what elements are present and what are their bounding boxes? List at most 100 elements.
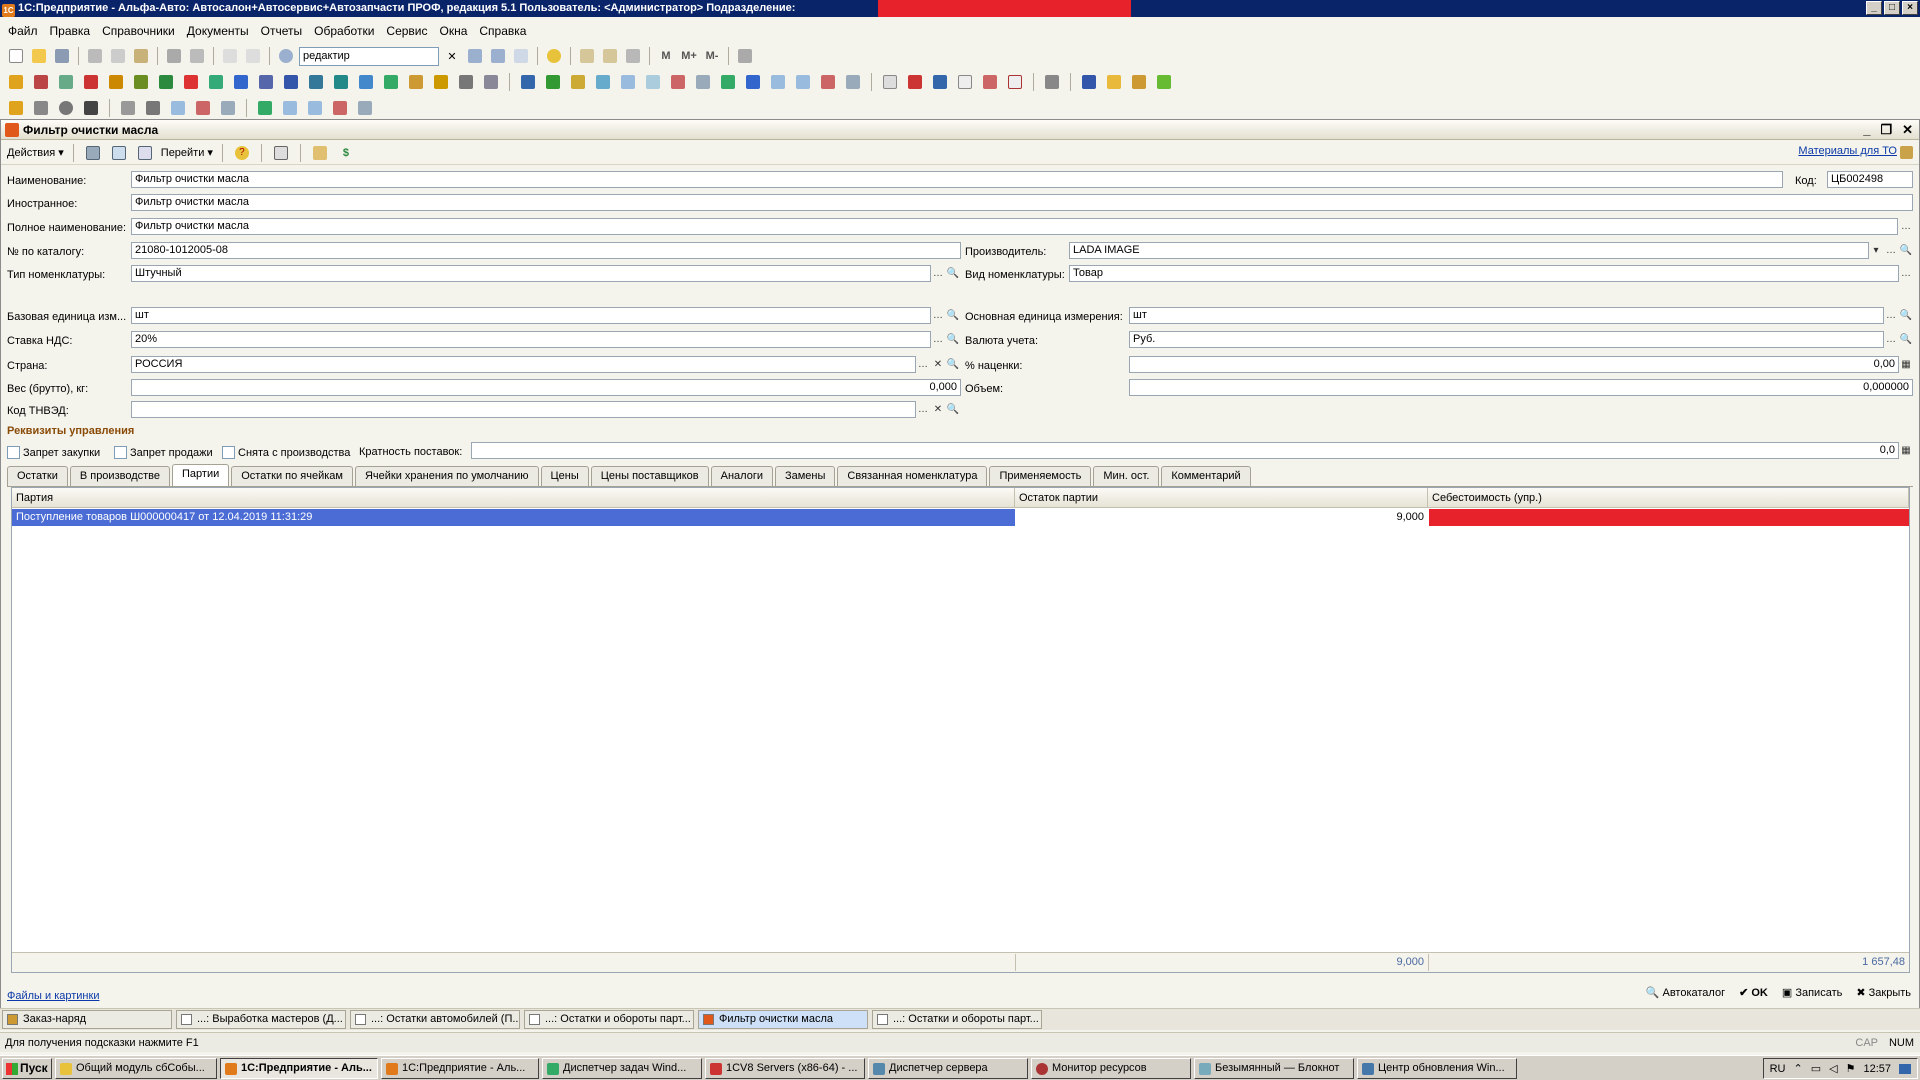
transfer-icon[interactable]	[718, 72, 738, 92]
info-icon[interactable]	[544, 46, 564, 66]
nakl-icon[interactable]	[793, 72, 813, 92]
tray-arrow-icon[interactable]: ⌃	[1794, 1062, 1803, 1075]
tree-org-icon[interactable]	[543, 72, 563, 92]
table-icon[interactable]	[577, 46, 597, 66]
car-small-icon[interactable]	[31, 98, 51, 118]
autocatalog-button[interactable]: 🔍 Автокаталог	[1646, 986, 1725, 999]
undo-icon[interactable]	[220, 46, 240, 66]
currency-select-button[interactable]: …	[1884, 332, 1898, 347]
language-indicator[interactable]: RU	[1770, 1063, 1786, 1075]
tools2-icon[interactable]	[143, 98, 163, 118]
car-icon[interactable]	[81, 72, 101, 92]
form-close-button[interactable]: ✕	[1902, 122, 1913, 138]
jack-icon[interactable]	[81, 98, 101, 118]
chart-icon[interactable]	[431, 72, 451, 92]
nakl2-icon[interactable]	[168, 98, 188, 118]
doc-out-icon[interactable]	[406, 72, 426, 92]
flag-icon[interactable]: ⚑	[1846, 1062, 1856, 1075]
base-unit-select-button[interactable]: …	[931, 308, 945, 323]
tab-min-rest[interactable]: Мин. ост.	[1093, 466, 1160, 486]
report5-icon[interactable]	[1005, 72, 1025, 92]
users-icon[interactable]	[1129, 72, 1149, 92]
copy-doc-icon[interactable]	[135, 143, 155, 163]
prices-icon[interactable]	[310, 143, 330, 163]
country-search-icon[interactable]: 🔍	[946, 357, 960, 372]
task-resource-monitor[interactable]: Монитор ресурсов	[1031, 1057, 1191, 1079]
tab-comment[interactable]: Комментарий	[1161, 466, 1251, 486]
window-tab-batch-turnover-2[interactable]: ...: Остатки и обороты парт...	[872, 1010, 1042, 1029]
memory-plus-button[interactable]: M+	[679, 46, 699, 66]
type-search-icon[interactable]: 🔍	[946, 266, 960, 281]
nakl3-icon[interactable]	[193, 98, 213, 118]
nakl-out-icon[interactable]	[818, 72, 838, 92]
coins-icon[interactable]	[6, 98, 26, 118]
search-next-icon[interactable]	[465, 46, 485, 66]
tab-related-nomenclature[interactable]: Связанная номенклатура	[837, 466, 988, 486]
close-form-button[interactable]: ✖ Закрыть	[1856, 986, 1911, 999]
pko-icon[interactable]	[643, 72, 663, 92]
name-field[interactable]: Фильтр очистки масла	[131, 171, 1783, 188]
doc-move-icon[interactable]	[381, 72, 401, 92]
clear-search-icon[interactable]: ✕	[442, 46, 462, 66]
warehouse-icon[interactable]	[31, 72, 51, 92]
tab-supplier-prices[interactable]: Цены поставщиков	[590, 466, 709, 486]
person-icon[interactable]	[131, 72, 151, 92]
column-header-batch[interactable]: Партия	[12, 488, 1015, 508]
repair-icon[interactable]	[456, 72, 476, 92]
minimize-button[interactable]: _	[1866, 1, 1882, 15]
multiplicity-field[interactable]: 0,0	[471, 442, 1899, 459]
arrow-icon[interactable]	[568, 72, 588, 92]
main-unit-search-icon[interactable]: 🔍	[1899, 308, 1913, 323]
show-desktop-icon[interactable]	[1899, 1063, 1911, 1074]
task-1cv8-servers[interactable]: 1CV8 Servers (x86-64) - ...	[705, 1057, 865, 1079]
book-icon[interactable]	[1079, 72, 1099, 92]
kind-field[interactable]: Товар	[1069, 265, 1899, 282]
reread-icon[interactable]	[109, 143, 129, 163]
help-icon[interactable]: ?	[232, 143, 252, 163]
fullname-select-button[interactable]: …	[1899, 219, 1913, 234]
redo-icon[interactable]	[243, 46, 263, 66]
monitor-icon[interactable]	[331, 72, 351, 92]
wallet-icon[interactable]	[206, 72, 226, 92]
weight-field[interactable]: 0,000	[131, 379, 961, 396]
copy-icon[interactable]	[108, 46, 128, 66]
currency-icon[interactable]: $	[336, 143, 356, 163]
column-header-rest[interactable]: Остаток партии	[1015, 488, 1428, 508]
catalog-field[interactable]: 21080-1012005-08	[131, 242, 961, 259]
window-tab-oil-filter[interactable]: Фильтр очистки масла	[698, 1010, 868, 1029]
manufacturer-select-button[interactable]: …	[1884, 243, 1898, 258]
no-purchase-checkbox[interactable]: Запрет закупки	[7, 446, 100, 459]
tab-in-production[interactable]: В производстве	[69, 466, 171, 486]
main-unit-select-button[interactable]: …	[1884, 308, 1898, 323]
money-icon[interactable]	[156, 72, 176, 92]
country-clear-icon[interactable]: ✕	[931, 357, 945, 372]
books-icon[interactable]	[518, 72, 538, 92]
type-select-button[interactable]: …	[931, 266, 945, 281]
memory-m-button[interactable]: M	[656, 46, 676, 66]
building-icon[interactable]	[256, 72, 276, 92]
form-minimize-button[interactable]: _	[1863, 122, 1870, 138]
paste-icon[interactable]	[131, 46, 151, 66]
manufacturer-dropdown-icon[interactable]: ▾	[1869, 243, 1883, 258]
tab-prices[interactable]: Цены	[540, 466, 589, 486]
tnved-select-button[interactable]: …	[916, 402, 930, 417]
close-button[interactable]: ×	[1902, 1, 1918, 15]
currency-field[interactable]: Руб.	[1129, 331, 1884, 348]
menu-catalogs[interactable]: Справочники	[102, 24, 175, 38]
menu-edit[interactable]: Правка	[50, 24, 91, 38]
tools-icon[interactable]	[735, 46, 755, 66]
report2-icon[interactable]	[905, 72, 925, 92]
tab-batches[interactable]: Партии	[172, 464, 230, 486]
task-1c-active[interactable]: 1С:Предприятие - Аль...	[220, 1057, 378, 1079]
wheel-icon[interactable]	[56, 98, 76, 118]
return-icon[interactable]	[743, 72, 763, 92]
window-tab-masters[interactable]: ...: Выработка мастеров (Д...	[176, 1010, 346, 1029]
actions-menu[interactable]: Действия ▾	[7, 146, 64, 159]
menu-processing[interactable]: Обработки	[314, 24, 374, 38]
upload-icon[interactable]	[1154, 72, 1174, 92]
nakl-move-icon[interactable]	[843, 72, 863, 92]
network-icon[interactable]: ▭	[1811, 1062, 1821, 1075]
menu-file[interactable]: Файл	[8, 24, 38, 38]
tree-icon[interactable]	[306, 72, 326, 92]
manufacturer-field[interactable]: LADA IMAGE	[1069, 242, 1869, 259]
